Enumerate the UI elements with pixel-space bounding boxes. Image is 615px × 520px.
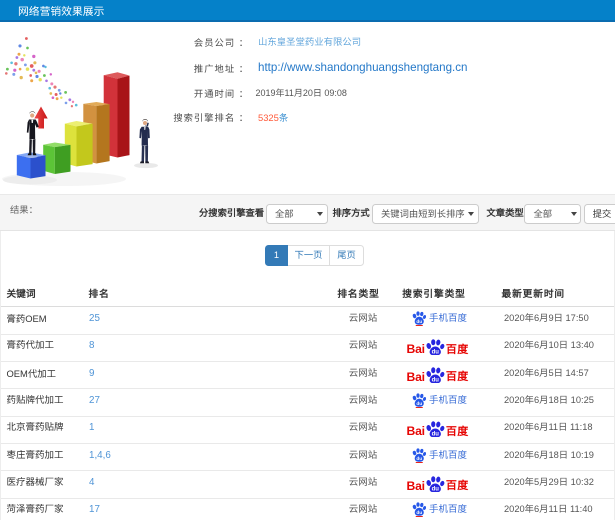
svg-text:du: du (416, 401, 422, 407)
svg-text:du: du (432, 432, 440, 438)
svg-text:du: du (432, 486, 440, 492)
svg-text:du: du (416, 319, 422, 325)
svg-text:du: du (432, 350, 440, 356)
svg-text:du: du (416, 456, 422, 462)
svg-text:du: du (432, 377, 440, 383)
svg-text:du: du (416, 510, 422, 516)
